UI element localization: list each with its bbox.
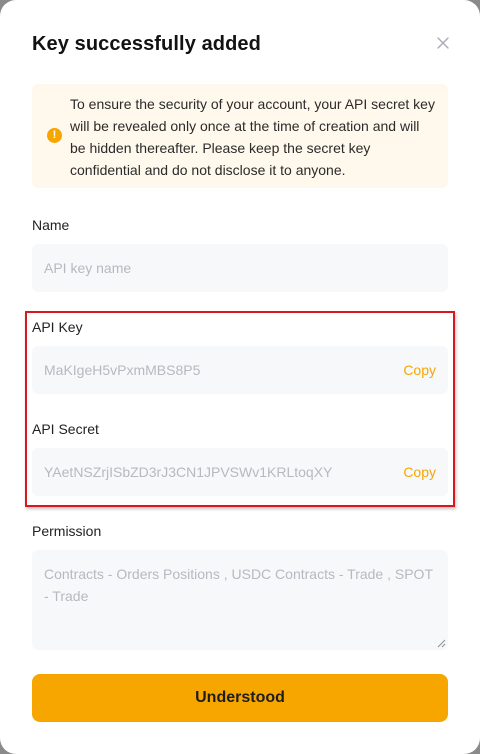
permission-textarea[interactable]: Contracts - Orders Positions , USDC Cont… [32,550,448,650]
api-key-value: MaKIgeH5vPxmMBS8P5 [44,362,201,378]
permission-value: Contracts - Orders Positions , USDC Cont… [44,566,433,604]
api-key-name-input[interactable] [32,244,384,292]
dialog-title: Key successfully added [32,33,261,55]
warning-circle-icon: ! [47,128,62,143]
resize-handle-icon[interactable] [436,638,446,648]
copy-api-secret-button[interactable]: Copy [403,448,436,496]
api-secret-field: YAetNSZrjISbZD3rJ3CN1JPVSWv1KRLtoqXY Cop… [32,448,448,496]
api-key-label: API Key [32,319,83,335]
api-secret-label: API Secret [32,421,99,437]
copy-api-key-button[interactable]: Copy [403,346,436,394]
api-secret-value: YAetNSZrjISbZD3rJ3CN1JPVSWv1KRLtoqXY [44,464,333,480]
name-field[interactable] [32,244,448,292]
close-button[interactable] [434,34,452,52]
name-label: Name [32,217,70,233]
security-notice: ! To ensure the security of your account… [32,84,448,188]
api-key-dialog: Key successfully added ! To ensure the s… [0,0,480,754]
security-notice-text: To ensure the security of your account, … [70,96,435,178]
permission-label: Permission [32,523,102,539]
close-icon[interactable] [434,34,452,52]
understood-button[interactable]: Understood [32,674,448,722]
api-key-field: MaKIgeH5vPxmMBS8P5 Copy [32,346,448,394]
